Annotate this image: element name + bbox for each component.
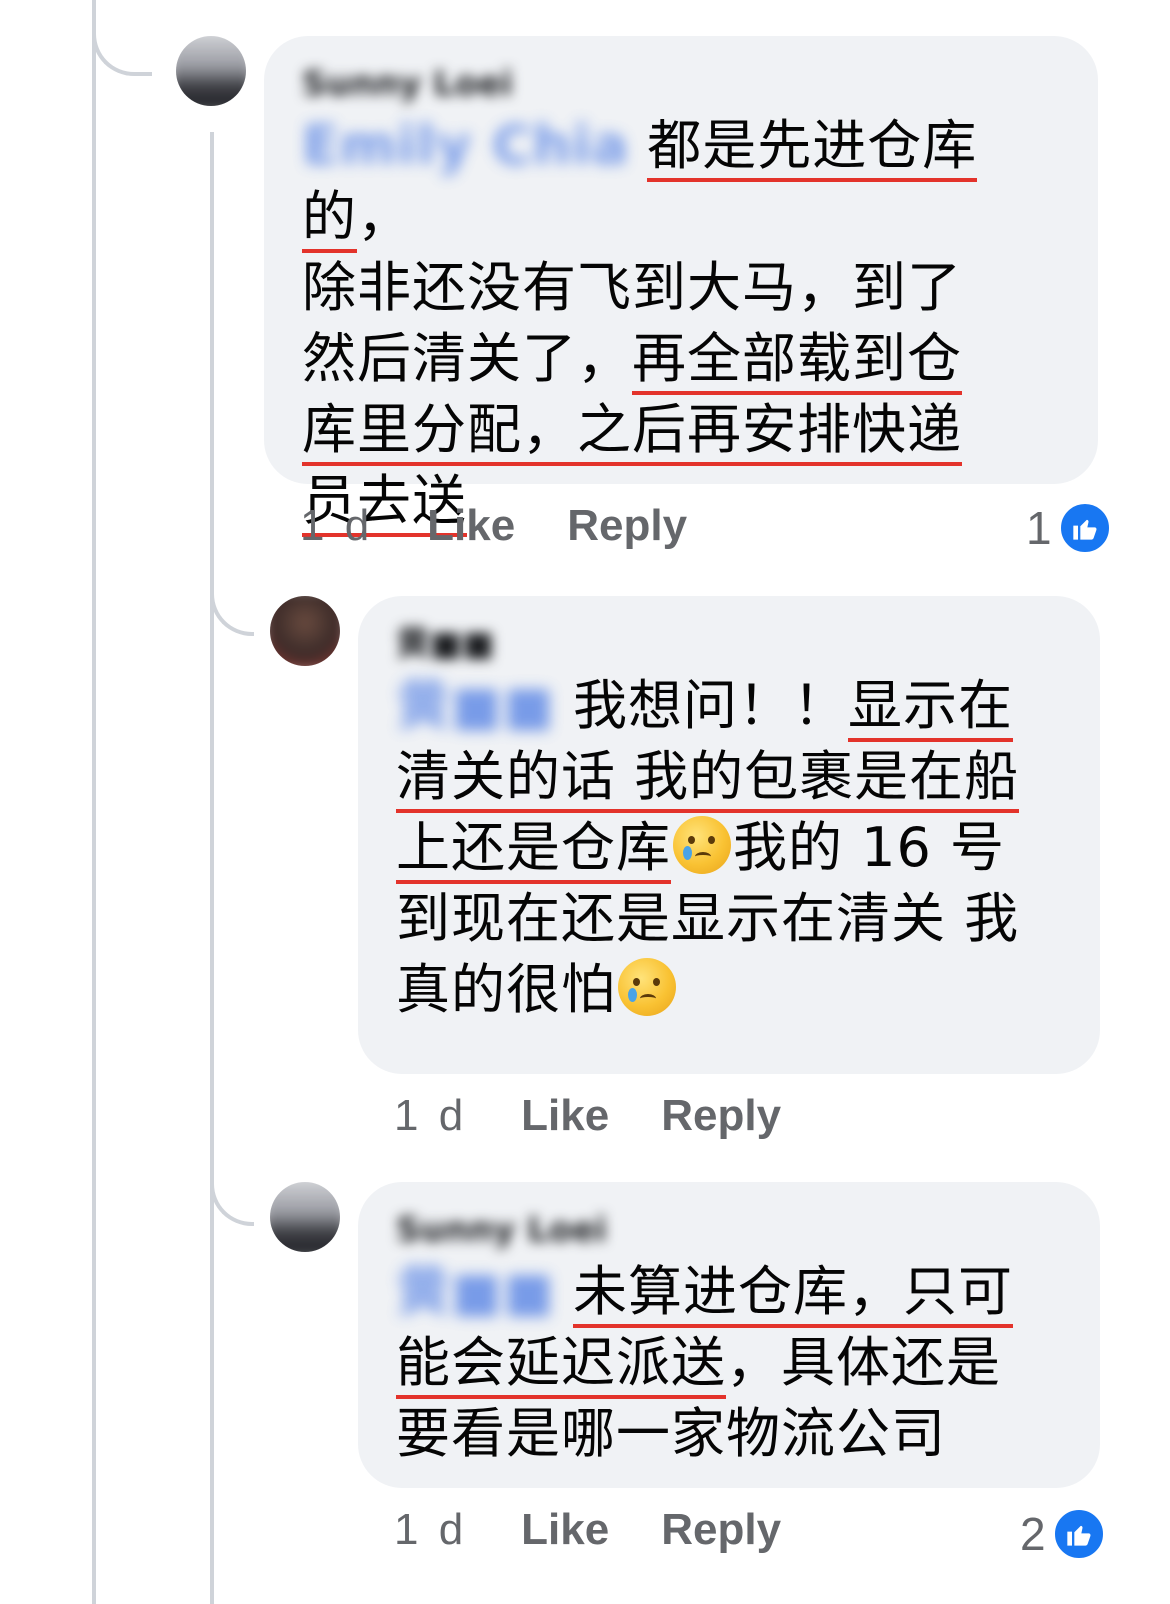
reaction-count: 1: [1026, 501, 1052, 554]
text-segment: 我的 16 号: [733, 816, 1006, 879]
timestamp[interactable]: 1 d: [300, 498, 373, 554]
text-segment: 到现在还是显示在清关 我: [396, 887, 1020, 950]
reply-button[interactable]: Reply: [567, 498, 687, 554]
like-button[interactable]: Like: [521, 1502, 609, 1558]
text-segment: 然后清关了，: [302, 327, 632, 390]
reply-button[interactable]: Reply: [661, 1088, 781, 1144]
underlined-text: 再全部载到仓: [632, 327, 962, 395]
author-name[interactable]: Sunny Loei: [302, 62, 542, 106]
thread-curve-1: [92, 0, 152, 76]
underlined-text: 清关的话 我的包裹是在船: [396, 745, 1020, 813]
author-name[interactable]: 黄■■: [396, 622, 546, 666]
reaction-summary[interactable]: 2: [1020, 1502, 1106, 1561]
comment-text: Emily Chia 都是先进仓库的， 除非还没有飞到大马，到了 然后清关了，再全部载…: [302, 110, 1060, 537]
thread-curve-2: [210, 560, 254, 636]
underlined-text: 上还是仓库: [396, 816, 671, 884]
underlined-text: 未算进仓库，只可: [573, 1260, 1014, 1328]
reply-button[interactable]: Reply: [661, 1502, 781, 1558]
comment-bubble-3: Sunny Loei 黄■■ 未算进仓库，只可 能会延迟派送，具体还是要看是哪一家物…: [358, 1182, 1100, 1488]
mention-tag[interactable]: 黄■■: [396, 670, 555, 741]
like-reaction-icon: [1051, 1506, 1106, 1561]
underlined-text: 库里分配，之后再安排快递: [302, 398, 962, 466]
underlined-text: 显示在: [848, 674, 1014, 742]
crying-face-emoji-icon: [673, 816, 731, 874]
text-segment: ，: [357, 185, 412, 248]
thread-curve-3: [210, 1150, 254, 1226]
text-segment: 要看是哪一家物流公司: [396, 1402, 946, 1465]
inner-thread-line: [210, 132, 214, 1604]
comment-text: 黄■■ 未算进仓库，只可 能会延迟派送，具体还是要看是哪一家物流公司: [396, 1256, 1062, 1469]
like-button[interactable]: Like: [427, 498, 515, 554]
reaction-count: 2: [1020, 1507, 1046, 1560]
text-segment: 真的很怕: [396, 958, 616, 1021]
timestamp[interactable]: 1 d: [394, 1502, 467, 1558]
comment-text: 黄■■ 我想问！！显示在 清关的话 我的包裹是在船 上还是仓库 我的 16 号到现在还是…: [396, 670, 1062, 1025]
comment-actions-3: 1 d Like Reply: [394, 1502, 833, 1558]
mention-tag[interactable]: 黄■■: [396, 1256, 555, 1327]
like-reaction-icon: [1057, 500, 1112, 555]
avatar[interactable]: [270, 1182, 340, 1252]
text-segment: ，具体还是: [726, 1331, 1001, 1394]
comment-bubble-1: Sunny Loei Emily Chia 都是先进仓库的， 除非还没有飞到大马，到…: [264, 36, 1098, 537]
comment-bubble-2: 黄■■ 黄■■ 我想问！！显示在 清关的话 我的包裹是在船 上还是仓库 我的 16 号到…: [358, 596, 1100, 1074]
like-button[interactable]: Like: [521, 1088, 609, 1144]
reaction-summary[interactable]: 1: [1026, 496, 1112, 555]
avatar[interactable]: [176, 36, 246, 106]
text-segment: 除非还没有飞到大马，到了: [302, 256, 962, 319]
underlined-text: 能会延迟派送: [396, 1331, 726, 1399]
timestamp[interactable]: 1 d: [394, 1088, 467, 1144]
comment-actions-1: 1 d Like Reply: [300, 498, 739, 554]
text-segment: 我想问！！: [573, 674, 849, 737]
avatar[interactable]: [270, 596, 340, 666]
outer-thread-line: [92, 0, 96, 1604]
author-name[interactable]: Sunny Loei: [396, 1208, 636, 1252]
mention-tag[interactable]: Emily Chia: [302, 110, 629, 181]
crying-face-emoji-icon: [618, 958, 676, 1016]
comment-actions-2: 1 d Like Reply: [394, 1088, 833, 1144]
